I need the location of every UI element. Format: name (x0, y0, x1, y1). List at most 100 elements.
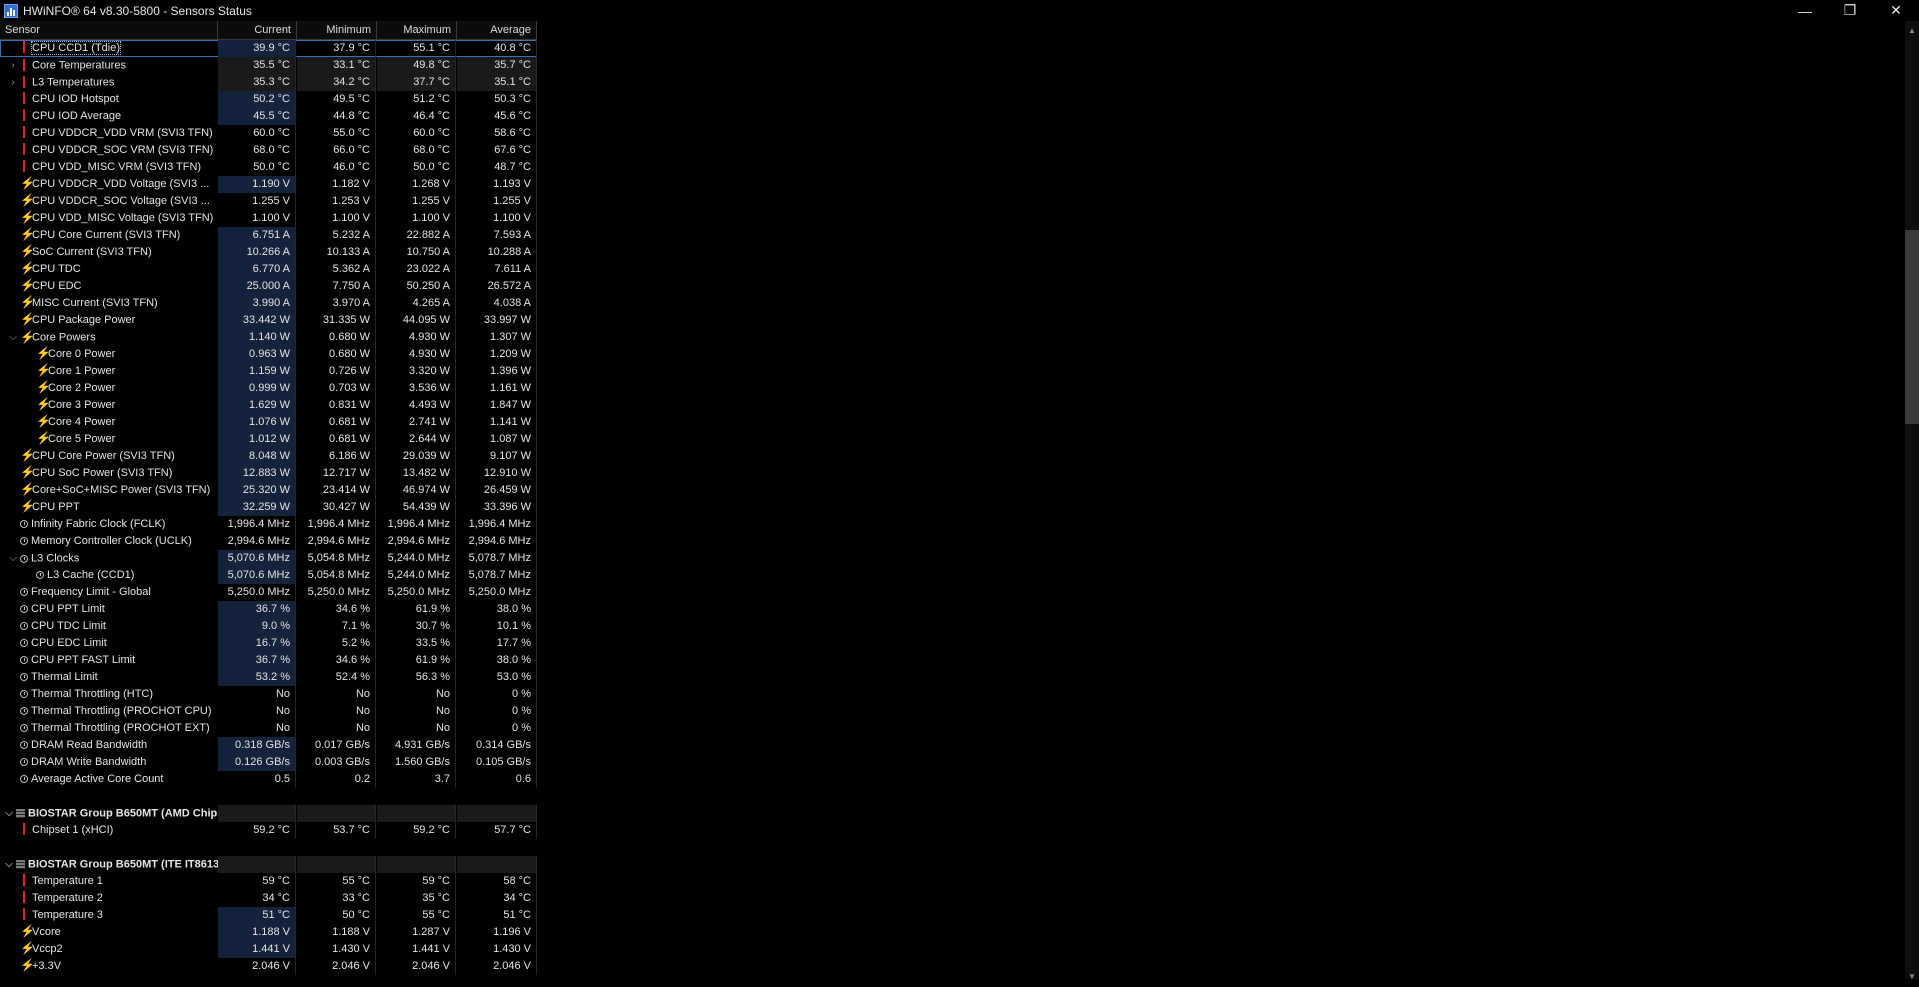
sensor-row[interactable]: Thermal Limit 53.2 % 52.4 % 56.3 % 53.0 % (0, 669, 537, 686)
sensor-row[interactable]: Temperature 1 59 °C 55 °C 59 °C 58 °C (0, 873, 537, 890)
value-average: 1.396 W (457, 363, 537, 380)
sensor-row[interactable]: CPU EDC Limit 16.7 % 5.2 % 33.5 % 17.7 % (0, 635, 537, 652)
thermometer-icon (20, 75, 29, 88)
sensor-row[interactable]: ⚡CPU VDD_MISC Voltage (SVI3 TFN) 1.100 V1… (0, 210, 537, 227)
sensor-row[interactable]: ⌵ ⚡Core Powers 1.140 W 0.680 W 4.930 W 1.307 … (0, 329, 537, 346)
chevron-down-icon[interactable]: ⌵ (8, 550, 18, 567)
sensor-row[interactable]: CPU TDC Limit 9.0 % 7.1 % 30.7 % 10.1 % (0, 618, 537, 635)
column-header-current[interactable]: Current (218, 21, 297, 39)
sensor-label: CPU Core Power (SVI3 TFN) (32, 450, 175, 462)
sensor-row[interactable]: ⚡CPU EDC 25.000 A 7.750 A 50.250 A 26.572 A (0, 278, 537, 295)
clock-icon (20, 622, 28, 631)
sensor-label: CPU IOD Average (32, 110, 122, 122)
chevron-down-icon[interactable]: ⌵ (8, 329, 18, 346)
sensor-group-row[interactable]: ⌵ BIOSTAR Group B650MT (ITE IT8613E) (0, 856, 537, 873)
sensor-row[interactable]: › Core Temperatures 35.5 °C 33.1 °C 49.8 °C 3… (0, 57, 537, 74)
value-maximum: 5,244.0 MHz (377, 567, 456, 584)
close-button[interactable]: ✕ (1873, 0, 1919, 21)
value-current: 1,996.4 MHz (218, 516, 296, 533)
minimize-button[interactable]: — (1782, 0, 1828, 21)
chip-icon (16, 809, 25, 818)
value-maximum: 35 °C (377, 890, 456, 907)
sensor-label: CPU EDC (32, 280, 82, 292)
sensor-label: L3 Temperatures (32, 76, 115, 89)
chevron-down-icon[interactable]: ⌵ (4, 856, 14, 873)
value-current: 1.012 W (218, 431, 296, 448)
value-maximum: 3.7 (377, 771, 456, 788)
sensor-list[interactable]: CPU CCD1 (Tdie) 39.9 °C 37.9 °C 55.1 °C 40.8… (0, 40, 537, 975)
sensor-row[interactable]: ⚡CPU Core Current (SVI3 TFN) 6.751 A 5.232… (0, 227, 537, 244)
chevron-down-icon[interactable]: ⌵ (4, 805, 14, 822)
sensor-label: CPU VDDCR_SOC Voltage (SVI3 ... (32, 195, 210, 207)
sensor-row[interactable]: Memory Controller Clock (UCLK) 2,994.6 MH… (0, 533, 537, 550)
value-average: 53.0 % (457, 669, 537, 686)
sensor-row[interactable]: ⚡CPU VDDCR_VDD Voltage (SVI3 ... 1.190 V1… (0, 176, 537, 193)
sensor-group-row[interactable]: ⌵ BIOSTAR Group B650MT (AMD Chipset) (0, 805, 537, 822)
sensor-row[interactable]: ⚡CPU TDC 6.770 A 5.362 A 23.022 A 7.611 A (0, 261, 537, 278)
value-minimum: 5.362 A (297, 261, 376, 278)
sensor-row[interactable]: ⚡Vccp2 1.441 V 1.430 V 1.441 V 1.430 V (0, 941, 537, 958)
column-header-maximum[interactable]: Maximum (377, 21, 457, 39)
sensor-row[interactable]: Temperature 2 34 °C 33 °C 35 °C 34 °C (0, 890, 537, 907)
sensor-row[interactable]: Frequency Limit - Global 5,250.0 MHz 5,250… (0, 584, 537, 601)
value-average: 1.087 W (457, 431, 537, 448)
sensor-row[interactable]: ⚡Core+SoC+MISC Power (SVI3 TFN) 25.320 W2… (0, 482, 537, 499)
value-current: No (218, 686, 296, 703)
sensor-row[interactable]: ⚡Core 3 Power 1.629 W 0.831 W 4.493 W 1.847 … (0, 397, 537, 414)
value-maximum: 1.560 GB/s (377, 754, 456, 771)
hwinfo-app-icon (4, 3, 18, 18)
sensor-row[interactable]: Thermal Throttling (HTC) No No No 0 % (0, 686, 537, 703)
sensor-row[interactable]: Thermal Throttling (PROCHOT EXT) No No No 0 … (0, 720, 537, 737)
sensor-row[interactable]: ⚡CPU Core Power (SVI3 TFN) 8.048 W 6.186 W… (0, 448, 537, 465)
chevron-right-icon[interactable]: › (8, 74, 18, 91)
scroll-up-arrow-icon[interactable]: ▲ (1905, 24, 1919, 38)
sensor-row[interactable]: CPU CCD1 (Tdie) 39.9 °C 37.9 °C 55.1 °C 40.8… (0, 40, 537, 57)
vertical-scrollbar-thumb[interactable] (1905, 230, 1919, 424)
sensor-row[interactable]: ⚡Core 5 Power 1.012 W 0.681 W 2.644 W 1.087 … (0, 431, 537, 448)
sensor-row[interactable]: ⚡Core 1 Power 1.159 W 0.726 W 3.320 W 1.396 … (0, 363, 537, 380)
maximize-button[interactable]: ❐ (1827, 0, 1873, 21)
column-header-minimum[interactable]: Minimum (297, 21, 377, 39)
sensor-row[interactable]: › L3 Temperatures 35.3 °C 34.2 °C 37.7 °C 35.… (0, 74, 537, 91)
sensor-row[interactable]: ⚡Vcore 1.188 V 1.188 V 1.287 V 1.196 V (0, 924, 537, 941)
column-header-sensor[interactable]: Sensor (0, 21, 218, 39)
sensor-row[interactable]: DRAM Write Bandwidth 0.126 GB/s 0.003 GB/s… (0, 754, 537, 771)
sensor-row[interactable]: ⚡CPU SoC Power (SVI3 TFN) 12.883 W 12.717 … (0, 465, 537, 482)
sensor-row[interactable]: Infinity Fabric Clock (FCLK) 1,996.4 MHz 1… (0, 516, 537, 533)
sensor-row[interactable]: L3 Cache (CCD1) 5,070.6 MHz 5,054.8 MHz 5,2… (0, 567, 537, 584)
sensor-row[interactable]: CPU VDDCR_VDD VRM (SVI3 TFN) 60.0 °C 55.0 … (0, 125, 537, 142)
vertical-scrollbar-track[interactable] (1905, 21, 1919, 987)
sensor-row[interactable]: CPU IOD Average 45.5 °C 44.8 °C 46.4 °C 45.6… (0, 108, 537, 125)
value-minimum: 53.7 °C (297, 822, 376, 839)
sensor-row[interactable]: CPU PPT Limit 36.7 % 34.6 % 61.9 % 38.0 % (0, 601, 537, 618)
sensor-name-cell: ⌵ L3 Clocks (0, 550, 225, 567)
value-minimum: 34.6 % (297, 652, 376, 669)
sensor-row[interactable]: CPU VDD_MISC VRM (SVI3 TFN) 50.0 °C 46.0 °… (0, 159, 537, 176)
sensor-row[interactable]: ⚡MISC Current (SVI3 TFN) 3.990 A 3.970 A 4.… (0, 295, 537, 312)
sensor-row[interactable]: ⚡Core 4 Power 1.076 W 0.681 W 2.741 W 1.141 … (0, 414, 537, 431)
sensor-label: Temperature 2 (32, 892, 103, 904)
value-current: 0.126 GB/s (218, 754, 296, 771)
sensor-row[interactable]: Thermal Throttling (PROCHOT CPU) No No No 0 … (0, 703, 537, 720)
sensor-row[interactable]: ⚡+3.3V 2.046 V 2.046 V 2.046 V 2.046 V (0, 958, 537, 975)
sensor-row[interactable]: ⚡CPU VDDCR_SOC Voltage (SVI3 ... 1.255 V1… (0, 193, 537, 210)
sensor-row[interactable]: ⚡CPU Package Power 33.442 W 31.335 W 44.095… (0, 312, 537, 329)
sensor-row[interactable]: ⚡CPU PPT 32.259 W 30.427 W 54.439 W 33.396 W (0, 499, 537, 516)
sensor-row[interactable]: ⚡Core 0 Power 0.963 W 0.680 W 4.930 W 1.209 … (0, 346, 537, 363)
sensor-row[interactable]: ⌵ L3 Clocks 5,070.6 MHz 5,054.8 MHz 5,244.0 … (0, 550, 537, 567)
sensor-row[interactable]: ⚡Core 2 Power 0.999 W 0.703 W 3.536 W 1.161 … (0, 380, 537, 397)
sensor-row[interactable]: DRAM Read Bandwidth 0.318 GB/s 0.017 GB/s 4… (0, 737, 537, 754)
chevron-right-icon[interactable]: › (8, 57, 18, 74)
sensor-label: MISC Current (SVI3 TFN) (32, 297, 158, 309)
column-header-average[interactable]: Average (457, 21, 537, 39)
sensor-row[interactable]: Average Active Core Count 0.5 0.2 3.7 0.6 (0, 771, 537, 788)
sensor-row[interactable]: Temperature 3 51 °C 50 °C 55 °C 51 °C (0, 907, 537, 924)
sensor-row[interactable]: CPU IOD Hotspot 50.2 °C 49.5 °C 51.2 °C 50.3… (0, 91, 537, 108)
value-current: 1.159 W (218, 363, 296, 380)
sensor-label: Core 4 Power (48, 416, 116, 428)
sensor-row[interactable]: Chipset 1 (xHCI) 59.2 °C 53.7 °C 59.2 °C 57.… (0, 822, 537, 839)
sensor-row[interactable]: CPU VDDCR_SOC VRM (SVI3 TFN) 68.0 °C 66.0 … (0, 142, 537, 159)
sensor-row[interactable]: ⚡SoC Current (SVI3 TFN) 10.266 A 10.133 A1… (0, 244, 537, 261)
value-minimum (297, 805, 376, 822)
sensor-row[interactable]: CPU PPT FAST Limit 36.7 % 34.6 % 61.9 % 38.0… (0, 652, 537, 669)
